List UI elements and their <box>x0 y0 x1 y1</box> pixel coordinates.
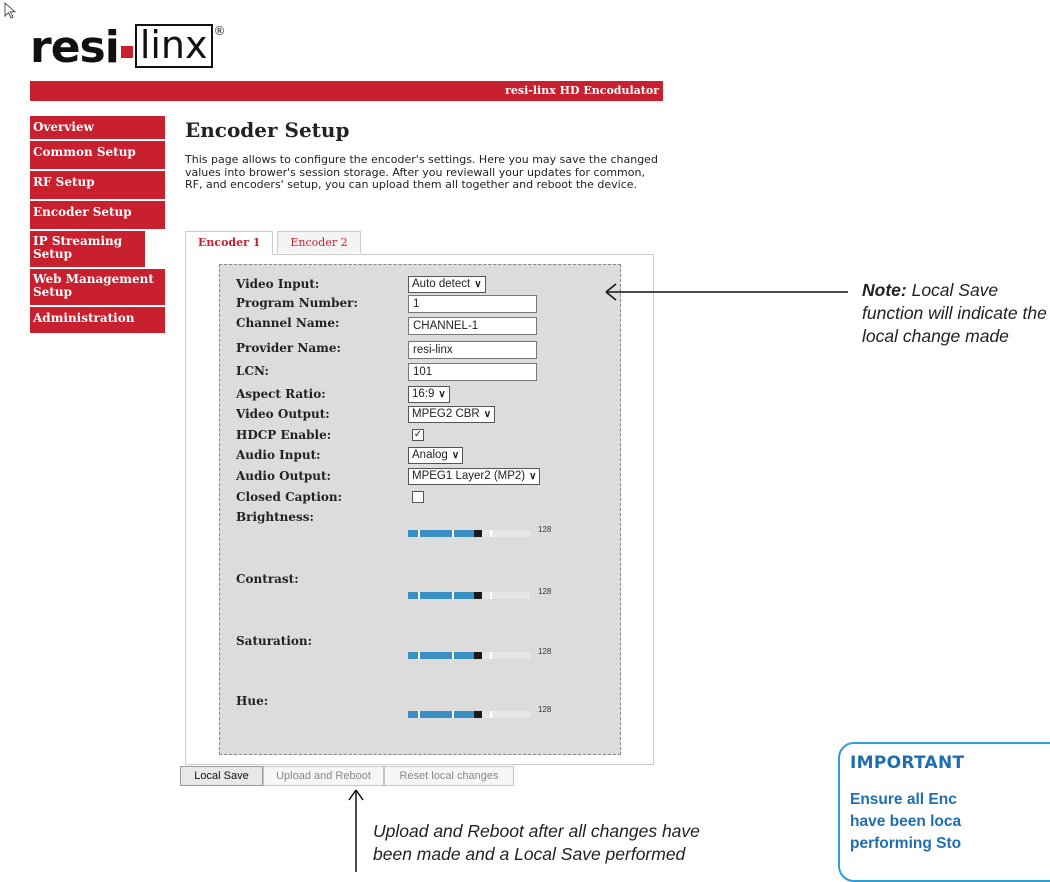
audio-input-label: Audio Input: <box>236 448 321 462</box>
aspect-ratio-label: Aspect Ratio: <box>236 387 326 401</box>
video-input-value: Auto detect <box>412 278 471 290</box>
sidebar-item-administration[interactable]: Administration <box>30 307 165 333</box>
contrast-label: Contrast: <box>236 572 299 586</box>
checkmark-icon: ✓ <box>413 429 423 440</box>
audio-output-select[interactable]: MPEG1 Layer2 (MP2) ∨ <box>408 468 541 485</box>
closed-caption-checkbox[interactable] <box>412 491 424 503</box>
hue-label: Hue: <box>236 694 269 708</box>
video-output-label: Video Output: <box>236 407 330 421</box>
upload-and-reboot-button[interactable]: Upload and Reboot <box>263 766 384 786</box>
slider-thumb[interactable] <box>474 711 482 718</box>
video-input-label: Video Input: <box>236 277 320 291</box>
brightness-label: Brightness: <box>236 510 314 524</box>
local-save-note: Note: Local Save function will indicate … <box>862 279 1048 348</box>
sidebar-item-common-setup[interactable]: Common Setup <box>30 141 165 169</box>
slider-thumb[interactable] <box>474 530 482 537</box>
registered-mark: ® <box>213 24 226 38</box>
important-text: Ensure all Enc have been loca performing… <box>850 789 1050 855</box>
tab-encoder-2[interactable]: Encoder 2 <box>277 231 361 253</box>
video-output-select[interactable]: MPEG2 CBR ∨ <box>408 406 496 423</box>
upload-reboot-note: Upload and Reboot after all changes have… <box>373 820 833 866</box>
logo-dash <box>120 46 133 58</box>
audio-input-select[interactable]: Analog ∨ <box>408 447 464 464</box>
important-line-1: Ensure all Enc <box>850 791 957 808</box>
provider-name-label: Provider Name: <box>236 341 341 355</box>
channel-name-label: Channel Name: <box>236 316 340 330</box>
sidebar-item-overview[interactable]: Overview <box>30 116 165 139</box>
brightness-slider[interactable] <box>408 530 530 537</box>
page-title: Encoder Setup <box>185 118 350 142</box>
logo-text-resi: resi <box>30 22 120 73</box>
closed-caption-label: Closed Caption: <box>236 490 343 504</box>
important-line-2: have been loca <box>850 813 962 830</box>
mouse-cursor-icon <box>4 2 17 19</box>
sidebar-item-ip-streaming-setup[interactable]: IP Streaming Setup <box>30 231 145 267</box>
chevron-down-icon: ∨ <box>438 389 446 400</box>
hue-value: 128 <box>538 705 552 714</box>
contrast-slider[interactable] <box>408 592 530 599</box>
hdcp-enable-checkbox[interactable]: ✓ <box>412 429 424 441</box>
video-input-select[interactable]: Auto detect ∨ <box>408 276 486 293</box>
slider-thumb[interactable] <box>474 592 482 599</box>
chevron-down-icon: ∨ <box>483 409 492 420</box>
product-banner: resi-linx HD Encodulator <box>30 81 663 101</box>
up-arrow-icon <box>348 789 364 872</box>
saturation-value: 128 <box>538 647 552 656</box>
sidebar-nav: Overview Common Setup RF Setup Encoder S… <box>30 116 165 335</box>
upload-note-line-1: Upload and Reboot after all changes have <box>373 821 700 841</box>
slider-thumb[interactable] <box>474 652 482 659</box>
hue-slider[interactable] <box>408 711 530 718</box>
sidebar-item-web-management-setup[interactable]: Web Management Setup <box>30 269 165 305</box>
video-output-value: MPEG2 CBR <box>412 408 480 420</box>
audio-output-value: MPEG1 Layer2 (MP2) <box>412 470 526 482</box>
aspect-ratio-value: 16:9 <box>412 388 435 400</box>
reset-local-changes-button[interactable]: Reset local changes <box>384 766 514 786</box>
note-prefix: Note: <box>862 280 907 300</box>
important-line-3: performing Sto <box>850 835 962 852</box>
provider-name-input[interactable]: resi-linx <box>408 341 537 359</box>
resi-linx-logo: resi linx ® <box>30 22 226 72</box>
channel-name-input[interactable]: CHANNEL-1 <box>408 317 537 335</box>
hdcp-enable-label: HDCP Enable: <box>236 428 332 442</box>
saturation-slider[interactable] <box>408 652 530 659</box>
saturation-label: Saturation: <box>236 634 313 648</box>
upload-note-line-2: been made and a Local Save performed <box>373 844 686 864</box>
sidebar-item-rf-setup[interactable]: RF Setup <box>30 171 165 199</box>
lcn-label: LCN: <box>236 364 269 378</box>
lcn-input[interactable]: 101 <box>408 363 537 381</box>
chevron-down-icon: ∨ <box>451 450 460 461</box>
encoder-tabs: Encoder 1 Encoder 2 <box>185 231 365 255</box>
contrast-value: 128 <box>538 587 552 596</box>
program-number-label: Program Number: <box>236 296 358 310</box>
product-name: resi-linx HD Encodulator <box>505 84 659 97</box>
program-number-input[interactable]: 1 <box>408 295 537 313</box>
aspect-ratio-select[interactable]: 16:9 ∨ <box>408 386 450 403</box>
sidebar-item-encoder-setup[interactable]: Encoder Setup <box>30 201 165 229</box>
audio-output-label: Audio Output: <box>236 469 331 483</box>
audio-input-value: Analog <box>412 449 448 461</box>
page-description: This page allows to configure the encode… <box>185 153 658 191</box>
tab-encoder-1[interactable]: Encoder 1 <box>185 231 274 255</box>
chevron-down-icon: ∨ <box>474 279 482 290</box>
local-save-button[interactable]: Local Save <box>180 766 263 786</box>
logo-text-linx: linx <box>134 24 213 68</box>
important-title: IMPORTANT <box>850 753 965 773</box>
chevron-down-icon: ∨ <box>529 471 537 482</box>
brightness-value: 128 <box>538 525 552 534</box>
